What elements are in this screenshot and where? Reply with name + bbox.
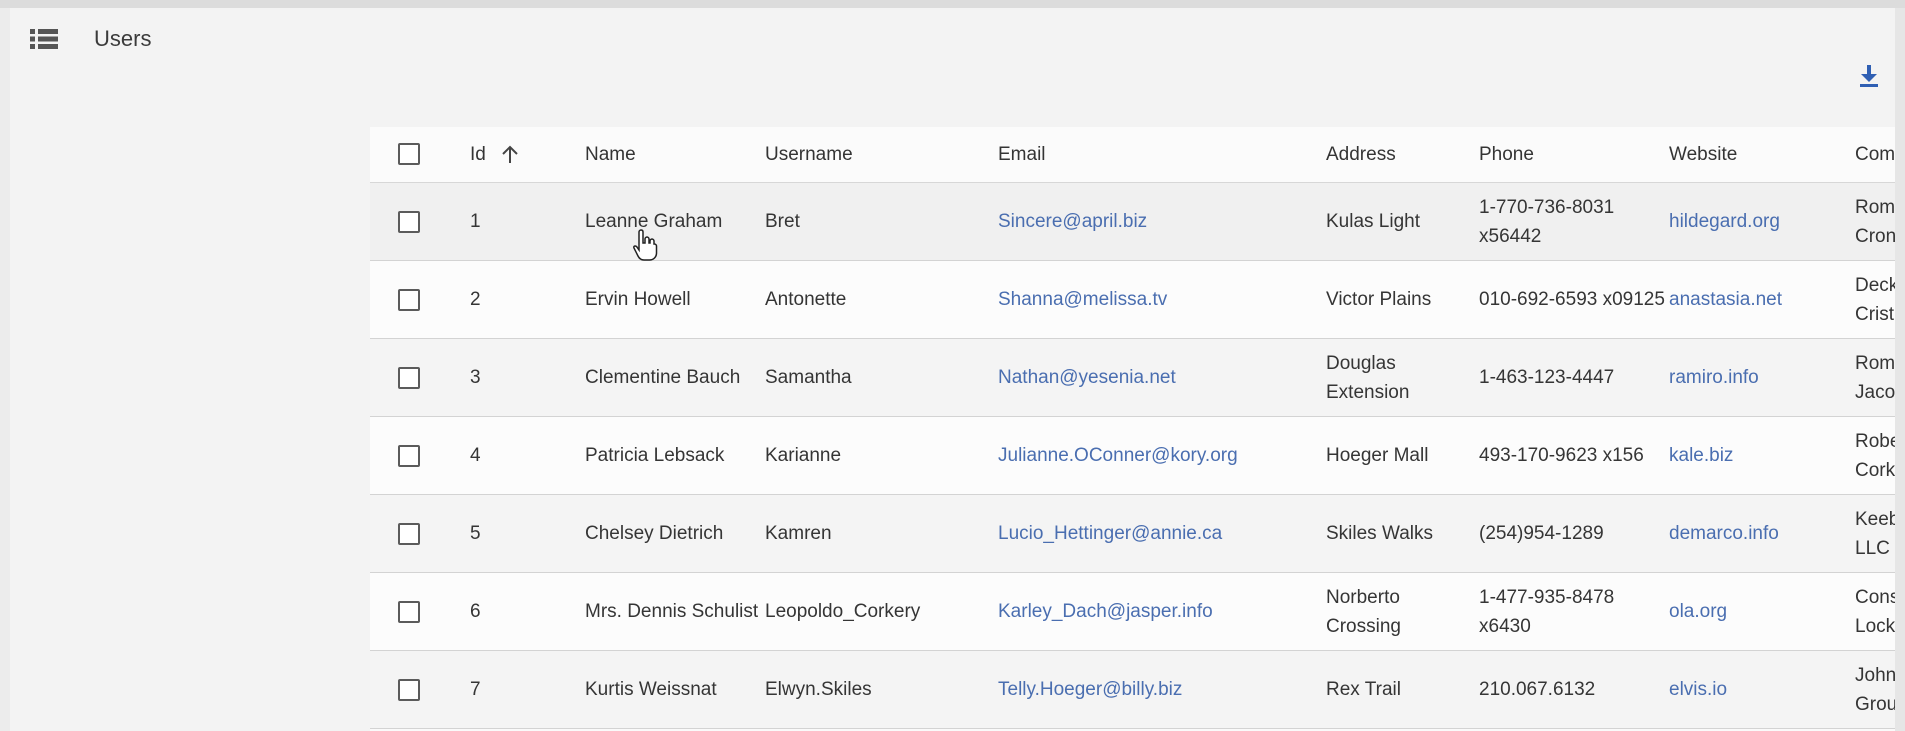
table-row[interactable]: 2 Ervin Howell Antonette Shanna@melissa.…	[370, 260, 1895, 339]
arrow-up-icon[interactable]	[501, 144, 519, 164]
page-header: Users	[30, 26, 151, 52]
cell-address: Skiles Walks	[1326, 494, 1479, 573]
cell-address: Victor Plains	[1326, 260, 1479, 339]
cell-name: Chelsey Dietrich	[585, 494, 765, 573]
row-select-cell	[370, 260, 470, 339]
cell-address: Douglas Extension	[1326, 338, 1479, 417]
cell-website[interactable]: elvis.io	[1669, 650, 1855, 729]
row-checkbox[interactable]	[398, 288, 420, 311]
cell-name: Ervin Howell	[585, 260, 765, 339]
table-row[interactable]: 7 Kurtis Weissnat Elwyn.Skiles Telly.Hoe…	[370, 650, 1895, 729]
cell-phone: 1-770-736-8031 x56442	[1479, 182, 1669, 261]
cell-company: Deckow-Crist	[1855, 260, 1895, 339]
row-checkbox[interactable]	[398, 210, 420, 233]
page-title: Users	[94, 26, 152, 51]
cell-phone: (254)954-1289	[1479, 494, 1669, 573]
column-header-label: Id	[470, 143, 486, 165]
row-select-cell	[370, 572, 470, 651]
users-table: Id Name Username Email Address Phone Web…	[370, 127, 1895, 731]
table-row[interactable]: 1 Leanne Graham Bret Sincere@april.biz K…	[370, 182, 1895, 261]
cell-website[interactable]: hildegard.org	[1669, 182, 1855, 261]
cell-website[interactable]: anastasia.net	[1669, 260, 1855, 339]
cell-company: Keebler LLC	[1855, 494, 1895, 573]
cell-name: Patricia Lebsack	[585, 416, 765, 495]
cell-phone: 1-463-123-4447	[1479, 338, 1669, 417]
row-select-cell	[370, 494, 470, 573]
cell-username: Kamren	[765, 494, 998, 573]
table-row[interactable]: 6 Mrs. Dennis Schulist Leopoldo_Corkery …	[370, 572, 1895, 651]
table-row[interactable]: 4 Patricia Lebsack Karianne Julianne.OCo…	[370, 416, 1895, 495]
cell-id: 2	[470, 260, 585, 339]
cell-username: Samantha	[765, 338, 998, 417]
cell-username: Elwyn.Skiles	[765, 650, 998, 729]
row-checkbox[interactable]	[398, 600, 420, 623]
cell-phone: 210.067.6132	[1479, 650, 1669, 729]
cell-id: 6	[470, 572, 585, 651]
cell-website[interactable]: ramiro.info	[1669, 338, 1855, 417]
cell-id: 7	[470, 650, 585, 729]
cell-company: Romaguera-Jacobson	[1855, 338, 1895, 417]
row-select-cell	[370, 650, 470, 729]
cell-name: Clementine Bauch	[585, 338, 765, 417]
cell-email[interactable]: Lucio_Hettinger@annie.ca	[998, 494, 1326, 573]
cell-website[interactable]: demarco.info	[1669, 494, 1855, 573]
cell-company: Considine-Lockman	[1855, 572, 1895, 651]
table-row[interactable]: 5 Chelsey Dietrich Kamren Lucio_Hettinge…	[370, 494, 1895, 573]
row-checkbox[interactable]	[398, 522, 420, 545]
row-select-cell	[370, 182, 470, 261]
cell-address: Rex Trail	[1326, 650, 1479, 729]
cell-name: Kurtis Weissnat	[585, 650, 765, 729]
cell-phone: 1-477-935-8478 x6430	[1479, 572, 1669, 651]
cell-company: Robel-Corkery	[1855, 416, 1895, 495]
cell-company: Johns Group	[1855, 650, 1895, 729]
cell-address: Kulas Light	[1326, 182, 1479, 261]
cell-email[interactable]: Shanna@melissa.tv	[998, 260, 1326, 339]
column-header-email[interactable]: Email	[998, 127, 1326, 183]
column-header-username[interactable]: Username	[765, 127, 998, 183]
cell-name: Leanne Graham	[585, 182, 765, 261]
list-icon	[30, 29, 58, 49]
row-select-cell	[370, 338, 470, 417]
cell-id: 4	[470, 416, 585, 495]
top-bar	[0, 0, 1905, 8]
scrollbar[interactable]	[1895, 8, 1905, 731]
row-select-cell	[370, 416, 470, 495]
cell-address: Hoeger Mall	[1326, 416, 1479, 495]
cell-id: 5	[470, 494, 585, 573]
cell-company: Romaguera-Crona	[1855, 182, 1895, 261]
table-header-row: Id Name Username Email Address Phone Web…	[370, 127, 1895, 183]
cell-id: 3	[470, 338, 585, 417]
column-header-website[interactable]: Website	[1669, 127, 1855, 183]
hand-pointer-icon	[633, 229, 658, 261]
row-checkbox[interactable]	[398, 444, 420, 467]
cell-username: Leopoldo_Corkery	[765, 572, 998, 651]
cell-phone: 010-692-6593 x09125	[1479, 260, 1669, 339]
row-checkbox[interactable]	[398, 678, 420, 701]
left-panel	[0, 8, 10, 731]
column-header-phone[interactable]: Phone	[1479, 127, 1669, 183]
cell-phone: 493-170-9623 x156	[1479, 416, 1669, 495]
cell-username: Karianne	[765, 416, 998, 495]
download-icon[interactable]	[1858, 64, 1880, 88]
cell-email[interactable]: Nathan@yesenia.net	[998, 338, 1326, 417]
column-header-id[interactable]: Id	[470, 127, 585, 183]
row-checkbox[interactable]	[398, 366, 420, 389]
select-all-checkbox[interactable]	[398, 143, 420, 166]
cell-email[interactable]: Sincere@april.biz	[998, 182, 1326, 261]
cell-name: Mrs. Dennis Schulist	[585, 572, 765, 651]
column-header-company[interactable]: Com	[1855, 127, 1895, 183]
cell-email[interactable]: Telly.Hoeger@billy.biz	[998, 650, 1326, 729]
cell-email[interactable]: Karley_Dach@jasper.info	[998, 572, 1326, 651]
cell-address: Norberto Crossing	[1326, 572, 1479, 651]
column-header-address[interactable]: Address	[1326, 127, 1479, 183]
cell-id: 1	[470, 182, 585, 261]
table-row[interactable]: 3 Clementine Bauch Samantha Nathan@yesen…	[370, 338, 1895, 417]
cell-username: Antonette	[765, 260, 998, 339]
cell-website[interactable]: kale.biz	[1669, 416, 1855, 495]
cell-username: Bret	[765, 182, 998, 261]
select-all-cell	[370, 127, 470, 183]
cell-email[interactable]: Julianne.OConner@kory.org	[998, 416, 1326, 495]
cell-website[interactable]: ola.org	[1669, 572, 1855, 651]
column-header-name[interactable]: Name	[585, 127, 765, 183]
